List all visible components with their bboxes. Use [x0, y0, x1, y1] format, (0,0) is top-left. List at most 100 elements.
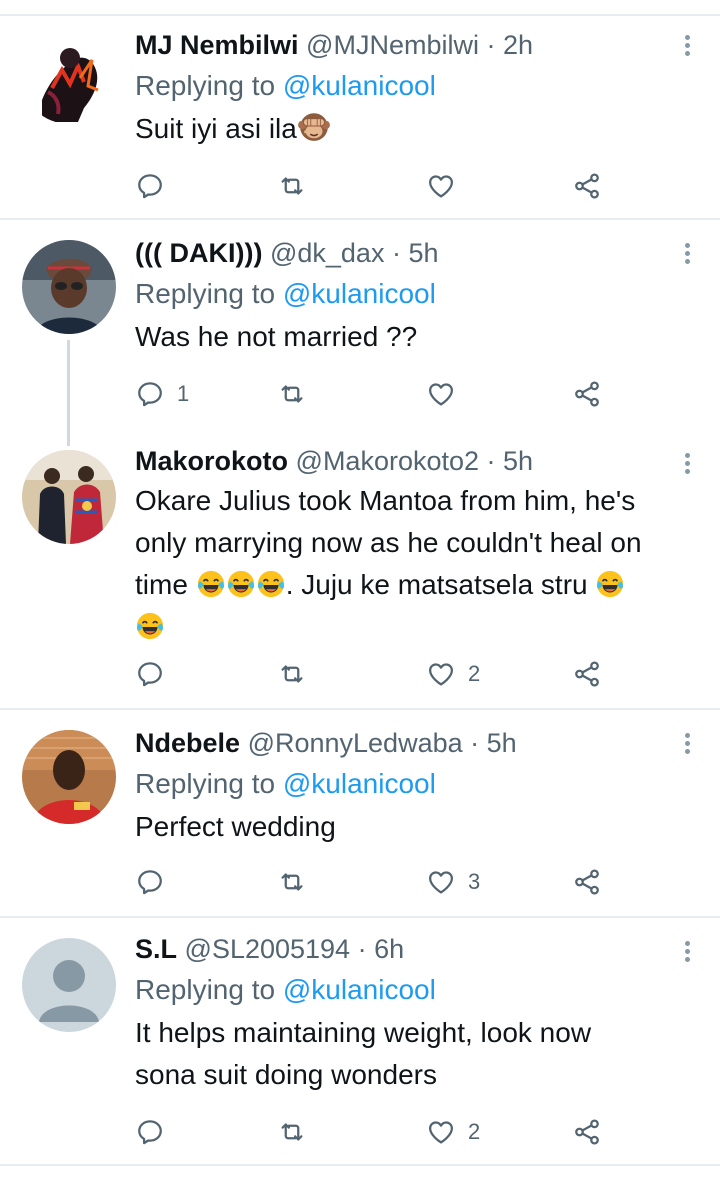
tears-of-joy-emoji [196, 569, 226, 599]
retweet-button[interactable] [277, 862, 307, 902]
timestamp[interactable]: · 6h [358, 934, 405, 964]
avatar[interactable] [22, 938, 116, 1032]
tweet-actions: 2 [135, 654, 615, 694]
replying-to: Replying to @kulanicool [135, 970, 695, 1010]
like-button[interactable] [426, 374, 456, 414]
tweet-text-line: Okare Julius took Mantoa from him, he's [135, 485, 636, 516]
more-icon[interactable] [682, 938, 692, 968]
tweet-text-segment: time [135, 569, 196, 600]
share-button[interactable] [572, 1112, 602, 1152]
tweet-actions [135, 166, 615, 206]
heart-icon [426, 379, 456, 409]
heart-icon [426, 1117, 456, 1147]
tears-of-joy-emoji [595, 569, 625, 599]
heart-icon [426, 171, 456, 201]
tweet-header: S.L @SL2005194 · 6h [135, 932, 695, 966]
share-button[interactable] [572, 862, 602, 902]
timestamp[interactable]: · 5h [392, 238, 439, 268]
tweet-actions: 3 [135, 862, 615, 902]
reply-tweet[interactable]: Makorokoto @Makorokoto2 · 5h Okare Juliu… [0, 446, 720, 708]
avatar[interactable] [22, 450, 116, 544]
retweet-button[interactable] [277, 1112, 307, 1152]
replying-to-label: Replying to [135, 974, 283, 1005]
replying-to: Replying to @kulanicool [135, 66, 695, 106]
share-icon [572, 379, 602, 409]
reply-button[interactable] [135, 1112, 165, 1152]
retweet-button[interactable] [277, 654, 307, 694]
avatar[interactable] [22, 240, 116, 334]
tweet-text-line: only marrying now as he couldn't heal on [135, 527, 642, 558]
tweet-text-segment: . Juju ke matsatsela stru [285, 569, 596, 600]
tweet-actions: 1 [135, 374, 615, 414]
timestamp[interactable]: · 5h [487, 446, 534, 476]
mention-link[interactable]: @kulanicool [283, 70, 436, 101]
retweet-button[interactable] [277, 166, 307, 206]
tweet-text-line [135, 606, 695, 648]
handle[interactable]: @SL2005194 [185, 934, 351, 964]
avatar[interactable] [22, 30, 116, 124]
replying-to: Replying to @kulanicool [135, 274, 695, 314]
reply-icon [135, 867, 165, 897]
retweet-icon [277, 867, 307, 897]
more-icon[interactable] [682, 450, 692, 480]
display-name[interactable]: Ndebele [135, 728, 240, 758]
more-icon[interactable] [682, 32, 692, 62]
display-name[interactable]: MJ Nembilwi [135, 30, 299, 60]
like-count: 2 [468, 1119, 481, 1144]
tears-of-joy-emoji [256, 569, 286, 599]
tweet-text-line: It helps maintaining weight, look now [135, 1017, 592, 1048]
tweet-divider [0, 1164, 720, 1166]
tweet-text-line: time . Juju ke matsatsela stru [135, 564, 695, 606]
reply-button[interactable] [135, 862, 165, 902]
handle[interactable]: @dk_dax [270, 238, 384, 268]
reply-button[interactable] [135, 654, 165, 694]
reply-count: 1 [177, 381, 190, 406]
reply-tweet[interactable]: ((( DAKI))) @dk_dax · 5h Replying to @ku… [0, 220, 720, 446]
share-icon [572, 867, 602, 897]
mention-link[interactable]: @kulanicool [283, 768, 436, 799]
reply-button[interactable] [135, 166, 165, 206]
mention-link[interactable]: @kulanicool [283, 278, 436, 309]
retweet-button[interactable] [277, 374, 307, 414]
reply-icon [135, 171, 165, 201]
more-icon[interactable] [682, 730, 692, 760]
heart-icon [426, 867, 456, 897]
reply-tweet[interactable]: Ndebele @RonnyLedwaba · 5h Replying to @… [0, 710, 720, 916]
display-name[interactable]: ((( DAKI))) [135, 238, 262, 268]
share-button[interactable] [572, 166, 602, 206]
tweet-text-line: sona suit doing wonders [135, 1059, 437, 1090]
tweet-header: MJ Nembilwi @MJNembilwi · 2h [135, 28, 695, 62]
handle[interactable]: @Makorokoto2 [296, 446, 480, 476]
tweet-header: Makorokoto @Makorokoto2 · 5h [135, 444, 695, 478]
replying-to: Replying to @kulanicool [135, 764, 695, 804]
share-button[interactable] [572, 374, 602, 414]
mention-link[interactable]: @kulanicool [283, 974, 436, 1005]
reply-tweet[interactable]: MJ Nembilwi @MJNembilwi · 2h Replying to… [0, 16, 720, 218]
reply-icon [135, 659, 165, 689]
like-button[interactable] [426, 166, 456, 206]
timestamp[interactable]: · 5h [470, 728, 517, 758]
reply-button[interactable]: 1 [135, 374, 189, 414]
tweet-text: Perfect wedding [135, 811, 336, 842]
reply-icon [135, 379, 165, 409]
tweet-text-content: Suit iyi asi ila [135, 113, 297, 144]
tweet-text: Okare Julius took Mantoa from him, he's … [135, 480, 695, 648]
avatar[interactable] [22, 730, 116, 824]
timestamp[interactable]: · 2h [486, 30, 533, 60]
reply-icon [135, 1117, 165, 1147]
tweet-header: ((( DAKI))) @dk_dax · 5h [135, 236, 695, 270]
like-button[interactable]: 3 [426, 862, 480, 902]
retweet-icon [277, 171, 307, 201]
reply-tweet[interactable]: S.L @SL2005194 · 6h Replying to @kulanic… [0, 918, 720, 1164]
display-name[interactable]: Makorokoto [135, 446, 288, 476]
handle[interactable]: @MJNembilwi [306, 30, 479, 60]
like-button[interactable]: 2 [426, 1112, 480, 1152]
more-icon[interactable] [682, 240, 692, 270]
tweet-header: Ndebele @RonnyLedwaba · 5h [135, 726, 695, 760]
retweet-icon [277, 379, 307, 409]
share-button[interactable] [572, 654, 602, 694]
display-name[interactable]: S.L [135, 934, 177, 964]
like-button[interactable]: 2 [426, 654, 480, 694]
handle[interactable]: @RonnyLedwaba [248, 728, 463, 758]
retweet-icon [277, 659, 307, 689]
